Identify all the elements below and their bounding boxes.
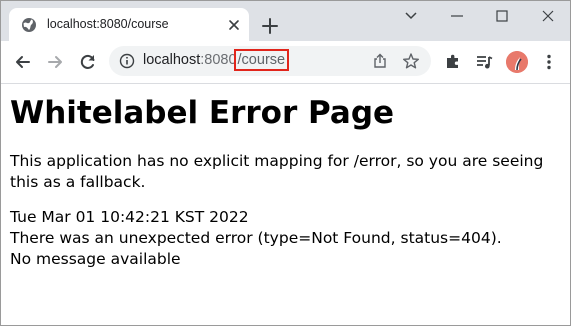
extensions-icon[interactable]: [443, 52, 463, 72]
reload-icon[interactable]: [78, 52, 98, 72]
error-timestamp: Tue Mar 01 10:42:21 KST 2022: [10, 208, 249, 226]
tab-strip: localhost:8080/course: [1, 1, 570, 41]
media-icon[interactable]: [474, 52, 494, 72]
avatar[interactable]: [506, 51, 528, 73]
page-content: Whitelabel Error Page This application h…: [10, 91, 562, 270]
browser-tab[interactable]: localhost:8080/course: [9, 8, 249, 41]
tab-title: localhost:8080/course: [47, 17, 169, 31]
globe-icon: [22, 18, 36, 32]
url-path-highlighted: /course: [233, 49, 290, 71]
error-details: There was an unexpected error (type=Not …: [10, 229, 502, 247]
profile-icon: [506, 51, 528, 73]
maximize-icon[interactable]: [493, 7, 511, 25]
chevron-down-icon[interactable]: [402, 7, 420, 25]
back-icon[interactable]: [13, 52, 33, 72]
menu-icon[interactable]: [539, 52, 559, 72]
star-icon[interactable]: [402, 52, 420, 70]
browser-window: localhost:8080/course localhost:8080/cou…: [0, 0, 571, 326]
minimize-icon[interactable]: [448, 7, 466, 25]
error-message: No message available: [10, 250, 181, 268]
url-port: :8080: [200, 52, 237, 68]
forward-icon[interactable]: [45, 52, 65, 72]
close-window-icon[interactable]: [539, 7, 557, 25]
new-tab-icon[interactable]: [261, 17, 279, 35]
address-bar[interactable]: localhost:8080/course: [109, 46, 431, 76]
toolbar: localhost:8080/course: [1, 41, 570, 84]
url-text[interactable]: localhost:8080/course: [143, 49, 290, 71]
share-icon[interactable]: [371, 52, 389, 70]
close-icon[interactable]: [226, 17, 242, 33]
info-icon[interactable]: [119, 53, 135, 69]
error-description: This application has no explicit mapping…: [10, 152, 544, 191]
url-host: localhost: [143, 52, 201, 68]
page-title: Whitelabel Error Page: [10, 95, 395, 131]
